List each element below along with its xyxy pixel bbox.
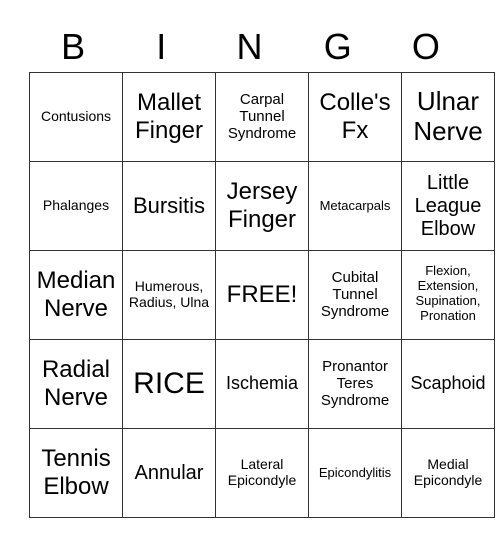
board-row: Median Nerve Humerous, Radius, Ulna FREE… — [29, 250, 495, 340]
cell-text: Epicondylitis — [318, 464, 392, 480]
cell-text: Little League Elbow — [414, 171, 482, 240]
cell-text: Median Nerve — [36, 267, 116, 322]
bingo-cell[interactable]: Radial Nerve — [29, 339, 123, 429]
bingo-cell[interactable]: Carpal Tunnel Syndrome — [215, 72, 309, 162]
cell-text: FREE! — [226, 281, 298, 309]
bingo-header: B I N G O — [29, 22, 470, 72]
cell-text: Medial Epicondyle — [413, 455, 483, 488]
free-space-cell[interactable]: FREE! — [215, 250, 309, 340]
cell-text: Cubital Tunnel Syndrome — [320, 268, 390, 321]
bingo-board: Contusions Mallet Finger Carpal Tunnel S… — [29, 72, 495, 518]
bingo-cell[interactable]: Medial Epicondyle — [401, 428, 495, 518]
cell-text: Carpal Tunnel Syndrome — [227, 90, 297, 143]
cell-text: Pronantor Teres Syndrome — [320, 357, 390, 410]
bingo-cell[interactable]: Humerous, Radius, Ulna — [122, 250, 216, 340]
cell-text: Colle's Fx — [319, 89, 391, 144]
bingo-cell[interactable]: RICE — [122, 339, 216, 429]
cell-text: Ulnar Nerve — [413, 86, 483, 146]
cell-text: Metacarpals — [319, 197, 391, 213]
header-letter-i: I — [156, 26, 167, 67]
bingo-cell[interactable]: Lateral Epicondyle — [215, 428, 309, 518]
bingo-cell[interactable]: Epicondylitis — [308, 428, 402, 518]
bingo-cell[interactable]: Flexion, Extension, Supination, Pronatio… — [401, 250, 495, 340]
cell-text: Tennis Elbow — [41, 445, 111, 500]
cell-text: RICE — [133, 366, 205, 400]
cell-text: Contusions — [40, 107, 112, 124]
cell-text: Flexion, Extension, Supination, Pronatio… — [415, 263, 481, 324]
bingo-cell[interactable]: Contusions — [29, 72, 123, 162]
bingo-cell[interactable]: Little League Elbow — [401, 161, 495, 251]
board-row: Contusions Mallet Finger Carpal Tunnel S… — [29, 72, 495, 162]
cell-text: Ischemia — [225, 373, 299, 394]
header-letter-b: B — [61, 26, 86, 67]
cell-text: Scaphoid — [410, 373, 486, 394]
board-row: Phalanges Bursitis Jersey Finger Metacar… — [29, 161, 495, 251]
bingo-cell[interactable]: Bursitis — [122, 161, 216, 251]
header-letter-n: N — [236, 26, 263, 67]
bingo-cell[interactable]: Annular — [122, 428, 216, 518]
bingo-cell[interactable]: Scaphoid — [401, 339, 495, 429]
bingo-cell[interactable]: Median Nerve — [29, 250, 123, 340]
cell-text: Bursitis — [132, 193, 206, 219]
bingo-cell[interactable]: Ulnar Nerve — [401, 72, 495, 162]
board-row: Radial Nerve RICE Ischemia Pronantor Ter… — [29, 339, 495, 429]
bingo-cell[interactable]: Mallet Finger — [122, 72, 216, 162]
board-row: Tennis Elbow Annular Lateral Epicondyle … — [29, 428, 495, 518]
bingo-cell[interactable]: Phalanges — [29, 161, 123, 251]
header-letter-g: G — [323, 26, 352, 67]
cell-text: Radial Nerve — [41, 356, 111, 411]
bingo-cell[interactable]: Pronantor Teres Syndrome — [308, 339, 402, 429]
cell-text: Humerous, Radius, Ulna — [128, 277, 210, 310]
bingo-cell[interactable]: Colle's Fx — [308, 72, 402, 162]
cell-text: Mallet Finger — [134, 89, 204, 144]
bingo-cell[interactable]: Tennis Elbow — [29, 428, 123, 518]
header-letter-o: O — [411, 26, 440, 67]
bingo-cell[interactable]: Metacarpals — [308, 161, 402, 251]
cell-text: Annular — [134, 461, 204, 484]
cell-text: Jersey Finger — [226, 178, 298, 233]
bingo-cell[interactable]: Ischemia — [215, 339, 309, 429]
cell-text: Phalanges — [42, 196, 110, 213]
bingo-cell[interactable]: Cubital Tunnel Syndrome — [308, 250, 402, 340]
cell-text: Lateral Epicondyle — [227, 455, 297, 488]
bingo-cell[interactable]: Jersey Finger — [215, 161, 309, 251]
